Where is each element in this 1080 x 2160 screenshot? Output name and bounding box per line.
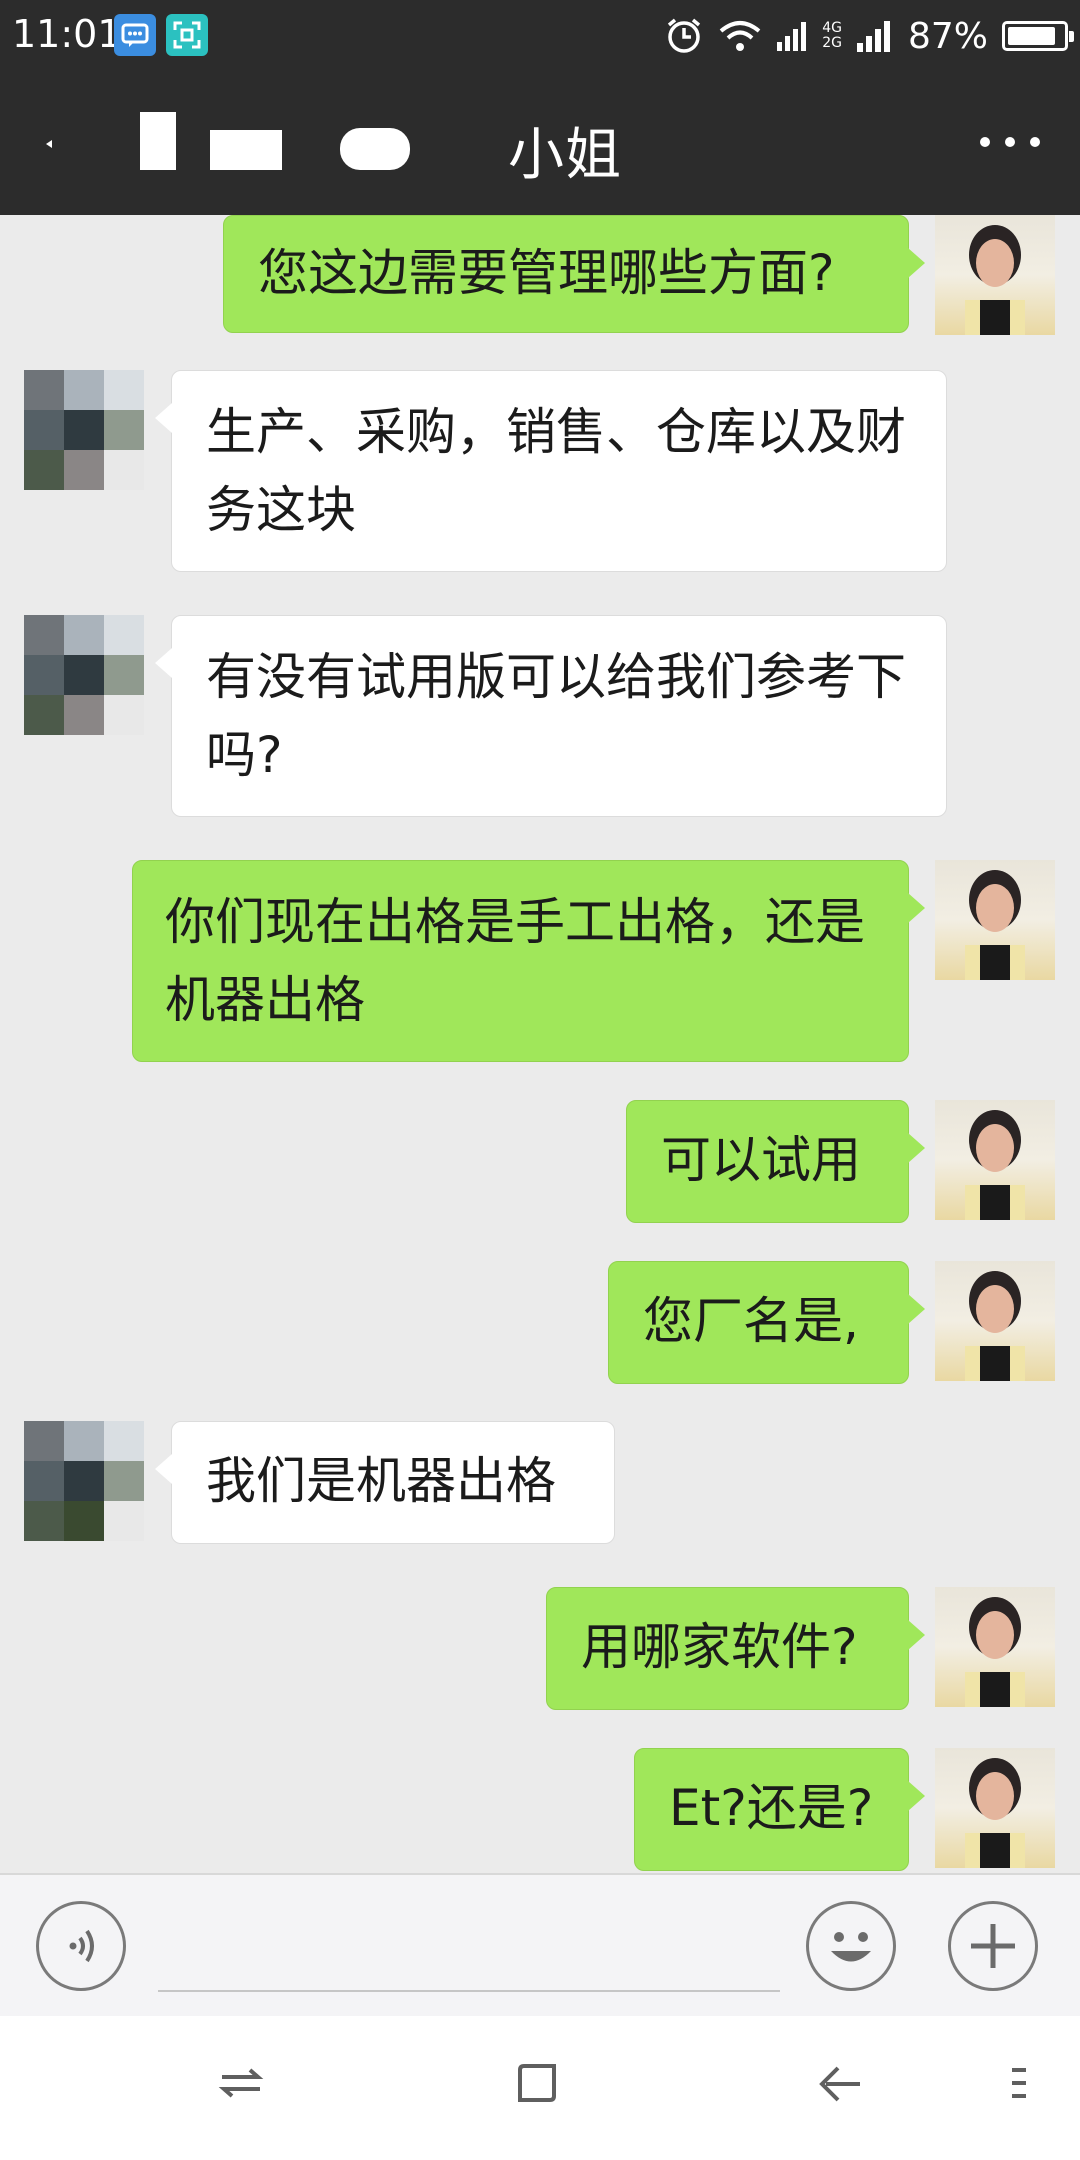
outgoing-message[interactable]: Et?还是?	[634, 1748, 925, 1871]
message-text: 有没有试用版可以给我们参考下吗?	[206, 648, 906, 784]
scan-notification-icon	[166, 14, 208, 56]
my-avatar[interactable]	[935, 215, 1055, 335]
message-text: 您这边需要管理哪些方面?	[258, 244, 835, 302]
system-nav-bar	[0, 2016, 1080, 2160]
switch-icon[interactable]	[218, 2060, 264, 2106]
battery-fill	[1008, 27, 1055, 45]
message-notification-icon	[114, 14, 156, 56]
emoji-icon[interactable]	[806, 1901, 896, 1991]
contact-avatar[interactable]	[24, 615, 144, 735]
contact-avatar[interactable]	[24, 370, 144, 490]
redaction-mask	[140, 112, 176, 170]
message-text: 生产、采购，销售、仓库以及财务这块	[206, 403, 906, 539]
menu-icon[interactable]	[1008, 2060, 1032, 2106]
status-bar: 11:01 4G 2G 87%	[0, 0, 1080, 72]
battery-percent: 87%	[907, 15, 988, 57]
more-icon[interactable]	[980, 130, 1040, 154]
message-text: 用哪家软件?	[581, 1618, 858, 1676]
message-text: 你们现在出格是手工出格，还是机器出格	[165, 893, 865, 1029]
wifi-icon	[719, 21, 761, 51]
my-avatar[interactable]	[935, 1100, 1055, 1220]
voice-icon[interactable]	[36, 1901, 126, 1991]
input-bar	[0, 1873, 1080, 2016]
outgoing-message[interactable]: 可以试用	[626, 1100, 925, 1223]
incoming-message[interactable]: 我们是机器出格	[155, 1421, 615, 1544]
chat-header: 小姐	[0, 72, 1080, 215]
plus-icon[interactable]	[948, 1901, 1038, 1991]
battery-icon	[1002, 21, 1074, 51]
alarm-icon	[668, 18, 701, 53]
incoming-message[interactable]: 生产、采购，销售、仓库以及财务这块	[155, 370, 947, 572]
outgoing-message[interactable]: 您厂名是,	[608, 1261, 925, 1384]
redaction-mask	[340, 128, 410, 170]
network-bottom-label: 2G	[822, 35, 842, 51]
contact-avatar[interactable]	[24, 1421, 144, 1541]
chevron-left-icon[interactable]	[32, 124, 72, 164]
message-text: 可以试用	[661, 1131, 861, 1189]
home-square-icon[interactable]	[514, 2060, 560, 2106]
outgoing-message[interactable]: 你们现在出格是手工出格，还是机器出格	[132, 860, 925, 1062]
incoming-message[interactable]: 有没有试用版可以给我们参考下吗?	[155, 615, 947, 817]
my-avatar[interactable]	[935, 1748, 1055, 1868]
chat-title: 小姐	[508, 123, 622, 188]
message-text: Et?还是?	[669, 1779, 874, 1837]
status-time: 11:01	[12, 12, 122, 56]
message-input[interactable]	[158, 1990, 780, 1992]
redaction-mask	[210, 130, 282, 170]
outgoing-message[interactable]: 您这边需要管理哪些方面?	[223, 215, 925, 333]
my-avatar[interactable]	[935, 1261, 1055, 1381]
my-avatar[interactable]	[935, 1587, 1055, 1707]
my-avatar[interactable]	[935, 860, 1055, 980]
message-text: 您厂名是,	[643, 1292, 859, 1350]
network-top-label: 4G	[822, 20, 842, 36]
message-list[interactable]: 您这边需要管理哪些方面? 生产、采购，销售、仓库以及财务这块 有没有试用版可以给…	[0, 215, 1080, 1873]
signal-icon	[856, 21, 890, 52]
network-type-label: 4G 2G	[822, 21, 842, 51]
signal-icon	[777, 22, 807, 51]
outgoing-message[interactable]: 用哪家软件?	[546, 1587, 925, 1710]
message-text: 我们是机器出格	[206, 1452, 556, 1510]
back-arrow-icon[interactable]	[816, 2060, 862, 2106]
